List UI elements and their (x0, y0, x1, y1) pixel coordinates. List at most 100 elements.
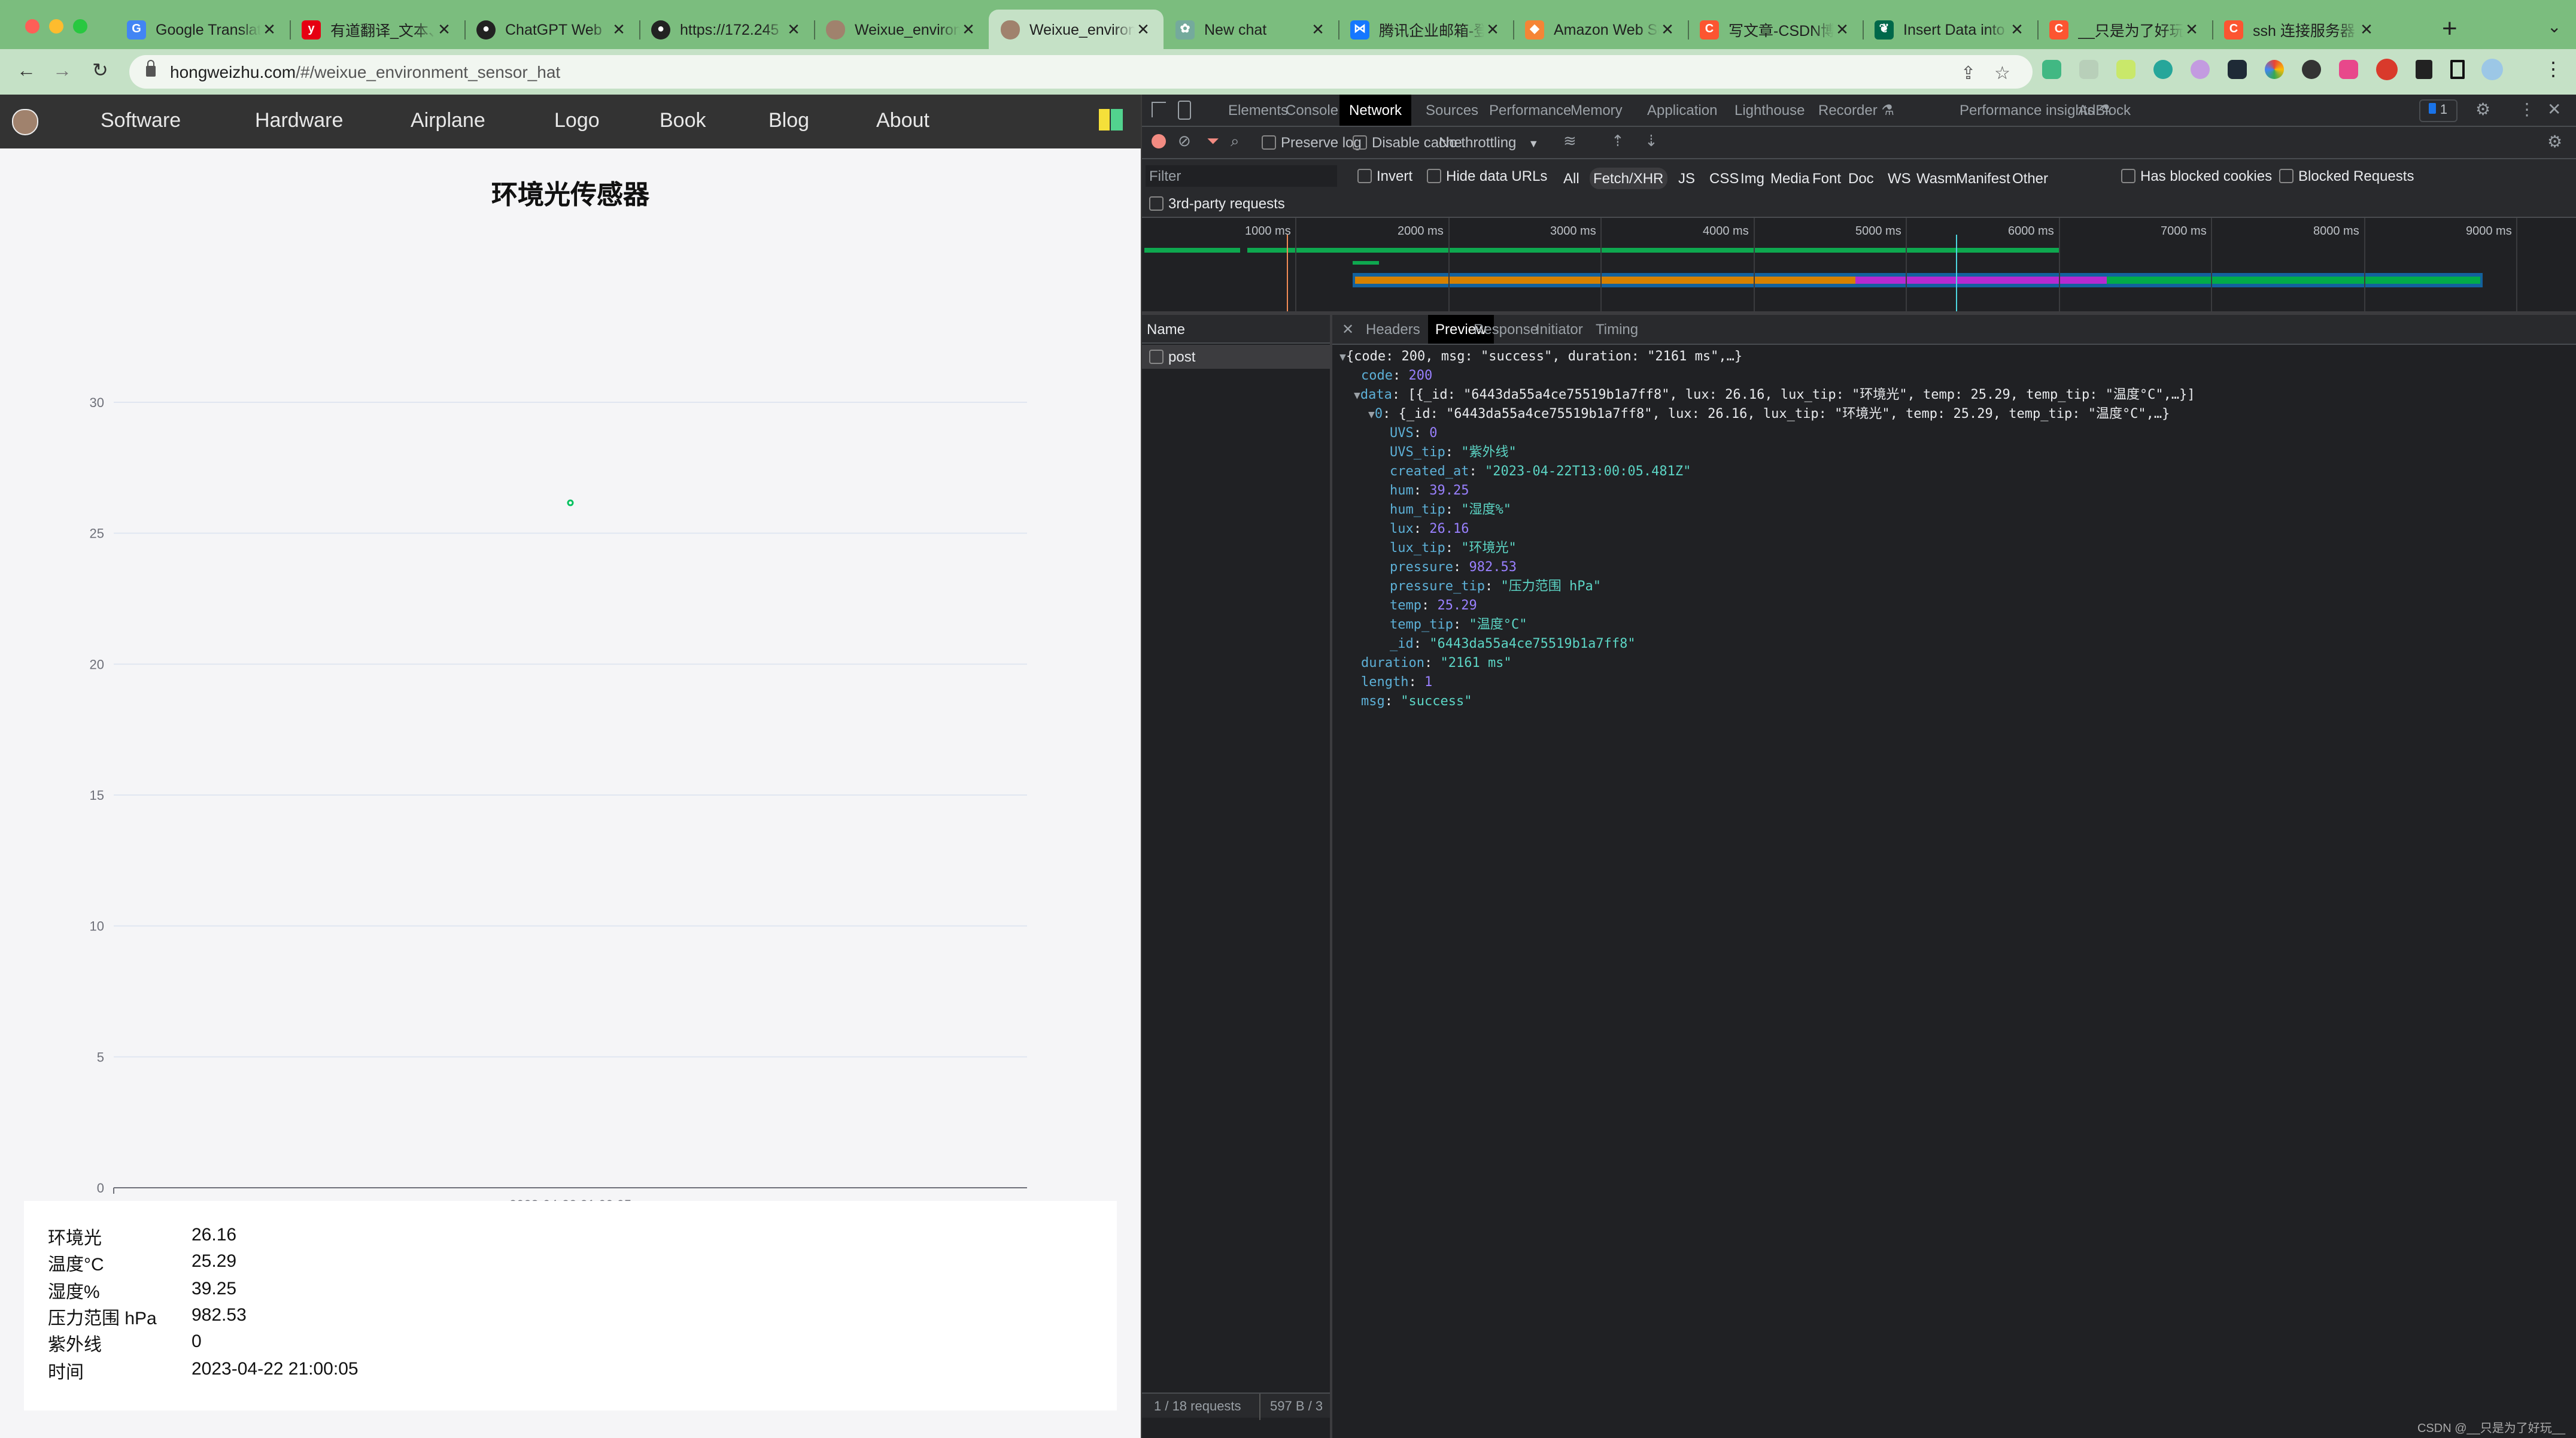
json-root-line[interactable]: ▼{code: 200, msg: "success", duration: "… (1339, 347, 1742, 368)
type-filter-media[interactable]: Media (1770, 168, 1809, 189)
devtools-tab-sources[interactable]: Sources (1416, 95, 1488, 126)
extensions-puzzle-icon[interactable] (2416, 60, 2432, 79)
close-tab-icon[interactable]: ✕ (436, 20, 452, 39)
site-logo-owl-icon[interactable] (12, 109, 38, 135)
close-window-button[interactable] (25, 19, 40, 34)
nav-item-book[interactable]: Book (660, 109, 706, 133)
close-tab-icon[interactable]: ✕ (261, 20, 278, 39)
plant-extension-icon[interactable] (2116, 60, 2135, 79)
type-filter-img[interactable]: Img (1740, 168, 1764, 189)
third-party-requests-checkbox[interactable]: 3rd-party requests (1149, 195, 1285, 212)
google-extension-icon[interactable] (2265, 60, 2284, 79)
tab-search-button[interactable]: ⌄ (2547, 17, 2561, 37)
nav-item-hardware[interactable]: Hardware (255, 109, 343, 133)
type-filter-doc[interactable]: Doc (1848, 168, 1874, 189)
browser-tab[interactable]: ⋈ 腾讯企业邮箱-登录✕ (1338, 10, 1513, 49)
network-overview-timeline[interactable]: 1000 ms 2000 ms 3000 ms 4000 ms 5000 ms 6000 … (1142, 218, 2576, 315)
throttling-select[interactable]: No throttling ▼ (1439, 134, 1539, 151)
speed-extension-icon[interactable] (2302, 60, 2321, 79)
browser-tab[interactable]: Weixue_environment✕ (814, 10, 989, 49)
close-tab-icon[interactable]: ✕ (785, 20, 802, 39)
filter-input[interactable]: Filter (1146, 165, 1337, 187)
browser-menu-icon[interactable]: ⋮ (2544, 57, 2563, 81)
record-button[interactable] (1152, 134, 1166, 148)
detail-tab-headers[interactable]: Headers (1359, 315, 1427, 344)
has-blocked-cookies-checkbox[interactable]: Has blocked cookies (2121, 168, 2272, 184)
network-conditions-icon[interactable]: ≋ (1563, 132, 1576, 151)
share-icon[interactable]: ⇪ (1961, 62, 1976, 84)
hide-data-urls-checkbox[interactable]: Hide data URLs (1427, 168, 1547, 184)
clear-icon[interactable]: ⊘ (1178, 132, 1191, 151)
devtools-tab-adblock[interactable]: AdBlock (2068, 95, 2140, 126)
browser-tab[interactable]: Cssh 连接服务器 ✕ (2212, 10, 2387, 49)
preserve-log-checkbox[interactable]: Preserve log (1262, 134, 1362, 151)
close-tab-icon[interactable]: ✕ (960, 20, 977, 39)
back-button[interactable]: ← (17, 60, 36, 84)
address-bar[interactable]: hongweizhu.com/#/weixue_environment_sens… (129, 55, 2033, 89)
network-settings-gear-icon[interactable]: ⚙ (2547, 132, 2562, 152)
close-detail-icon[interactable]: ✕ (1335, 315, 1361, 344)
type-filter-ws[interactable]: WS (1888, 168, 1911, 189)
devtools-tab-console[interactable]: Console (1276, 95, 1348, 126)
maximize-window-button[interactable] (73, 19, 87, 34)
request-row[interactable]: post (1142, 345, 1330, 369)
browser-tab[interactable]: ✿ New chat ✕ (1164, 10, 1338, 49)
import-har-icon[interactable]: ⇡ (1611, 132, 1624, 151)
filter-funnel-icon[interactable]: ⏷ (1207, 132, 1219, 151)
browser-tab[interactable]: C 写文章-CSDN博客✕ (1688, 10, 1863, 49)
browser-tab[interactable]: y 有道翻译_文本、文档✕ (290, 10, 464, 49)
blocked-requests-checkbox[interactable]: Blocked Requests (2279, 168, 2414, 184)
bookmark-star-icon[interactable]: ☆ (1994, 62, 2010, 84)
type-filter-other[interactable]: Other (2012, 168, 2048, 189)
devtools-tab-application[interactable]: Application (1638, 95, 1727, 126)
json-data-line[interactable]: ▼data: [{_id: "6443da55a4ce75519b1a7ff8"… (1354, 386, 2195, 406)
json-item-line[interactable]: ▼0: {_id: "6443da55a4ce75519b1a7ff8", lu… (1368, 405, 2170, 425)
openai-extension-icon[interactable] (2191, 60, 2210, 79)
close-devtools-icon[interactable]: ✕ (2547, 99, 2561, 120)
export-har-icon[interactable]: ⇣ (1645, 132, 1658, 151)
devtools-tab-memory[interactable]: Memory (1561, 95, 1632, 126)
type-filter-font[interactable]: Font (1812, 168, 1841, 189)
browser-tab[interactable]: ❦ Insert Data into ✕ (1863, 10, 2037, 49)
close-tab-icon[interactable]: ✕ (1310, 20, 1326, 39)
vue-devtools-extension-icon[interactable] (2042, 60, 2061, 79)
browser-tab[interactable]: ● https://172.245 ✕ (639, 10, 814, 49)
name-column-header[interactable]: Name (1142, 315, 1330, 344)
type-filter-wasm[interactable]: Wasm (1916, 168, 1957, 189)
type-filter-fetchxhr[interactable]: Fetch/XHR (1590, 168, 1667, 189)
close-tab-icon[interactable]: ✕ (1659, 20, 1676, 39)
detail-tab-initiator[interactable]: Initiator (1529, 315, 1590, 344)
inspect-element-icon[interactable] (1152, 102, 1166, 117)
detail-tab-timing[interactable]: Timing (1588, 315, 1645, 344)
profile-avatar[interactable] (2481, 59, 2503, 80)
devtools-tab-recorder[interactable]: Recorder ⚗ (1809, 95, 1904, 126)
close-tab-icon[interactable]: ✕ (2183, 20, 2200, 39)
minimize-window-button[interactable] (49, 19, 63, 34)
nav-item-airplane[interactable]: Airplane (411, 109, 485, 133)
nav-item-blog[interactable]: Blog (768, 109, 809, 133)
close-tab-icon[interactable]: ✕ (2358, 20, 2375, 39)
browser-tab[interactable]: ● ChatGPT Web ✕ (464, 10, 639, 49)
type-filter-css[interactable]: CSS (1709, 168, 1739, 189)
nav-item-software[interactable]: Software (101, 109, 181, 133)
reload-button[interactable]: ↻ (92, 60, 108, 84)
forward-button[interactable]: → (53, 60, 72, 84)
nav-item-logo[interactable]: Logo (554, 109, 600, 133)
device-toolbar-icon[interactable] (1178, 101, 1191, 120)
close-tab-icon[interactable]: ✕ (2009, 20, 2025, 39)
settings-gear-icon[interactable]: ⚙ (2475, 99, 2490, 120)
issues-badge[interactable]: 1 (2419, 99, 2457, 122)
browser-tab[interactable]: G Google Translate ✕ (115, 10, 290, 49)
dashboard-extension-icon[interactable] (2228, 60, 2247, 79)
xcg-extension-icon[interactable] (2376, 59, 2398, 80)
close-tab-icon[interactable]: ✕ (1484, 20, 1501, 39)
type-filter-manifest[interactable]: Manifest (1956, 168, 2010, 189)
type-filter-all[interactable]: All (1563, 168, 1579, 189)
book-icon[interactable] (1099, 109, 1123, 131)
invert-checkbox[interactable]: Invert (1357, 168, 1412, 184)
side-panel-icon[interactable] (2450, 60, 2465, 79)
search-icon[interactable]: ⌕ (1231, 132, 1240, 151)
translate-extension-icon[interactable] (2339, 60, 2358, 79)
browser-tab[interactable]: ◆ Amazon Web Services✕ (1513, 10, 1688, 49)
sync-extension-icon[interactable] (2153, 60, 2173, 79)
